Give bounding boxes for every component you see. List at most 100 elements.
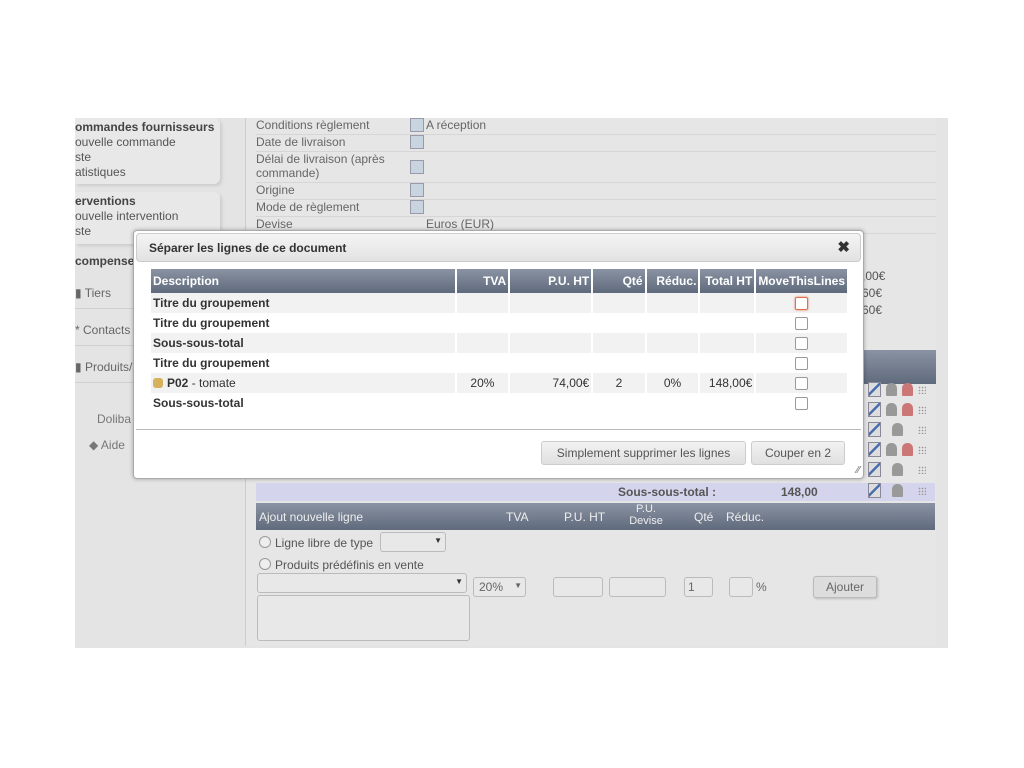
product-icon (153, 378, 163, 388)
line-actions (868, 483, 933, 499)
cell-qty (593, 333, 645, 353)
move-handle-icon[interactable] (918, 425, 926, 434)
book-icon: ◆ (89, 438, 99, 452)
cell-total (700, 313, 754, 333)
split-icon[interactable] (886, 443, 897, 457)
sidebar-link[interactable]: ouvelle intervention (75, 209, 220, 224)
split-lines-dialog: Séparer les lignes de ce document ✖ Desc… (133, 230, 864, 479)
edit-icon[interactable] (410, 160, 424, 174)
cell-discount (647, 313, 699, 333)
cell-qty (593, 313, 644, 333)
dialog-title: Séparer les lignes de ce document (149, 241, 347, 255)
split-icon[interactable] (886, 383, 897, 397)
free-line-type-select[interactable]: ▼ (380, 532, 446, 552)
split-icon[interactable] (892, 463, 903, 477)
split-icon[interactable] (886, 403, 897, 417)
col-qty: Qté (593, 269, 645, 293)
sidebar-title[interactable]: ommandes fournisseurs (75, 120, 220, 135)
radio[interactable] (259, 536, 271, 548)
sidebar-title[interactable]: erventions (75, 194, 220, 209)
sidebar-compense[interactable]: compense (75, 254, 134, 268)
move-line-checkbox[interactable] (795, 317, 809, 331)
sidebar-link[interactable]: atistiques (75, 165, 220, 180)
tiers-icon: ▮ (75, 286, 82, 300)
cell-tva (456, 293, 509, 313)
move-handle-icon[interactable] (918, 405, 926, 414)
product-select[interactable]: ▼ (257, 573, 467, 593)
delete-icon[interactable] (902, 383, 913, 397)
help-link[interactable]: ◆ Aide (89, 438, 125, 452)
table-row: Titre du groupement (151, 293, 847, 313)
field-row: Conditions règlement A réception (256, 118, 936, 135)
cell-move (756, 373, 847, 393)
line-actions (868, 422, 933, 438)
partial-totals: ,00€ 60€ 60€ (862, 269, 886, 317)
cell-description: Sous-sous-total (151, 333, 455, 353)
edit-icon[interactable] (410, 135, 424, 149)
dolibarr-link[interactable]: Doliba (97, 412, 131, 426)
edit-icon[interactable] (868, 462, 881, 478)
cell-qty (593, 293, 645, 313)
discount-input[interactable] (729, 577, 753, 597)
add-button[interactable]: Ajouter (813, 576, 877, 598)
move-line-checkbox[interactable] (795, 357, 809, 371)
cell-description: Titre du groupement (151, 293, 455, 313)
move-handle-icon[interactable] (918, 486, 926, 495)
delete-lines-button[interactable]: Simplement supprimer les lignes (541, 441, 746, 465)
percent-label: % (756, 580, 767, 594)
cell-tva (456, 333, 509, 353)
split-icon[interactable] (892, 484, 903, 498)
split-in-two-button[interactable]: Couper en 2 (751, 441, 845, 465)
add-line-header: Ajout nouvelle ligne TVA P.U. HT P.U. De… (256, 503, 935, 530)
qty-input[interactable]: 1 (684, 577, 713, 597)
contacts-icon: * (75, 323, 80, 337)
cell-unit-price (510, 333, 592, 353)
edit-icon[interactable] (868, 402, 881, 418)
edit-icon[interactable] (868, 382, 881, 398)
edit-icon[interactable] (410, 183, 424, 197)
line-actions (868, 382, 933, 398)
cell-unit-price (510, 353, 591, 373)
cell-tva (457, 393, 508, 413)
edit-icon[interactable] (868, 442, 881, 458)
edit-icon[interactable] (868, 483, 881, 499)
sidebar-link[interactable]: ste (75, 150, 220, 165)
cell-unit-price (510, 293, 592, 313)
lines-table-header (862, 350, 936, 384)
unit-price-input[interactable] (553, 577, 603, 597)
lines-table: Description TVA P.U. HT Qté Réduc. Total… (149, 269, 849, 413)
sidebar-link[interactable]: ouvelle commande (75, 135, 220, 150)
predefined-product-option[interactable]: Produits prédéfinis en vente (259, 558, 424, 572)
delete-icon[interactable] (902, 403, 913, 417)
split-icon[interactable] (892, 423, 903, 437)
description-textarea[interactable] (257, 595, 470, 641)
move-line-checkbox[interactable] (795, 397, 809, 411)
move-line-checkbox[interactable] (795, 337, 809, 351)
move-line-checkbox[interactable] (795, 377, 809, 391)
line-actions (868, 462, 933, 478)
cell-qty: 2 (593, 373, 645, 393)
cell-move (756, 393, 847, 413)
move-handle-icon[interactable] (918, 465, 926, 474)
product-ref[interactable]: P02 (167, 376, 188, 390)
cell-qty (593, 393, 644, 413)
radio[interactable] (259, 558, 271, 570)
move-line-checkbox[interactable] (795, 297, 809, 311)
move-handle-icon[interactable] (918, 445, 926, 454)
products-icon: ▮ (75, 360, 82, 374)
cell-discount (647, 393, 699, 413)
close-icon[interactable]: ✖ (837, 238, 850, 256)
edit-icon[interactable] (410, 118, 424, 132)
edit-icon[interactable] (868, 422, 881, 438)
resize-handle-icon[interactable]: ⁄⁄ (857, 465, 860, 476)
edit-icon[interactable] (410, 200, 424, 214)
vat-select[interactable]: 20% ▼ (473, 577, 526, 597)
cell-unit-price (510, 313, 591, 333)
unit-price-currency-input[interactable] (609, 577, 666, 597)
dialog-header[interactable]: Séparer les lignes de ce document ✖ (136, 233, 861, 262)
field-row: Délai de livraison (après commande) (256, 152, 936, 183)
cell-description: P02 - tomate (151, 373, 455, 393)
free-line-option[interactable]: Ligne libre de type (259, 536, 373, 550)
delete-icon[interactable] (902, 443, 913, 457)
move-handle-icon[interactable] (918, 385, 926, 394)
